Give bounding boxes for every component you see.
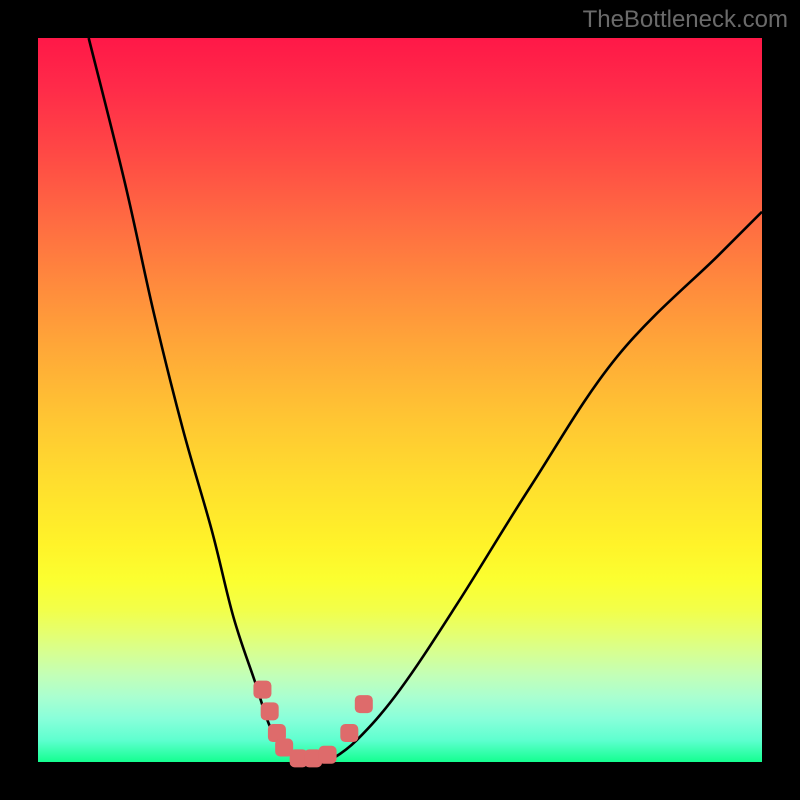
chart-svg [38,38,762,762]
left-curve-line [89,38,299,762]
marker-group [253,681,372,768]
marker-point [319,746,337,764]
marker-point [253,681,271,699]
marker-point [355,695,373,713]
marker-point [261,702,279,720]
chart-plot-area [38,38,762,762]
watermark-text: TheBottleneck.com [583,6,788,34]
right-curve-line [328,212,762,762]
marker-point [340,724,358,742]
